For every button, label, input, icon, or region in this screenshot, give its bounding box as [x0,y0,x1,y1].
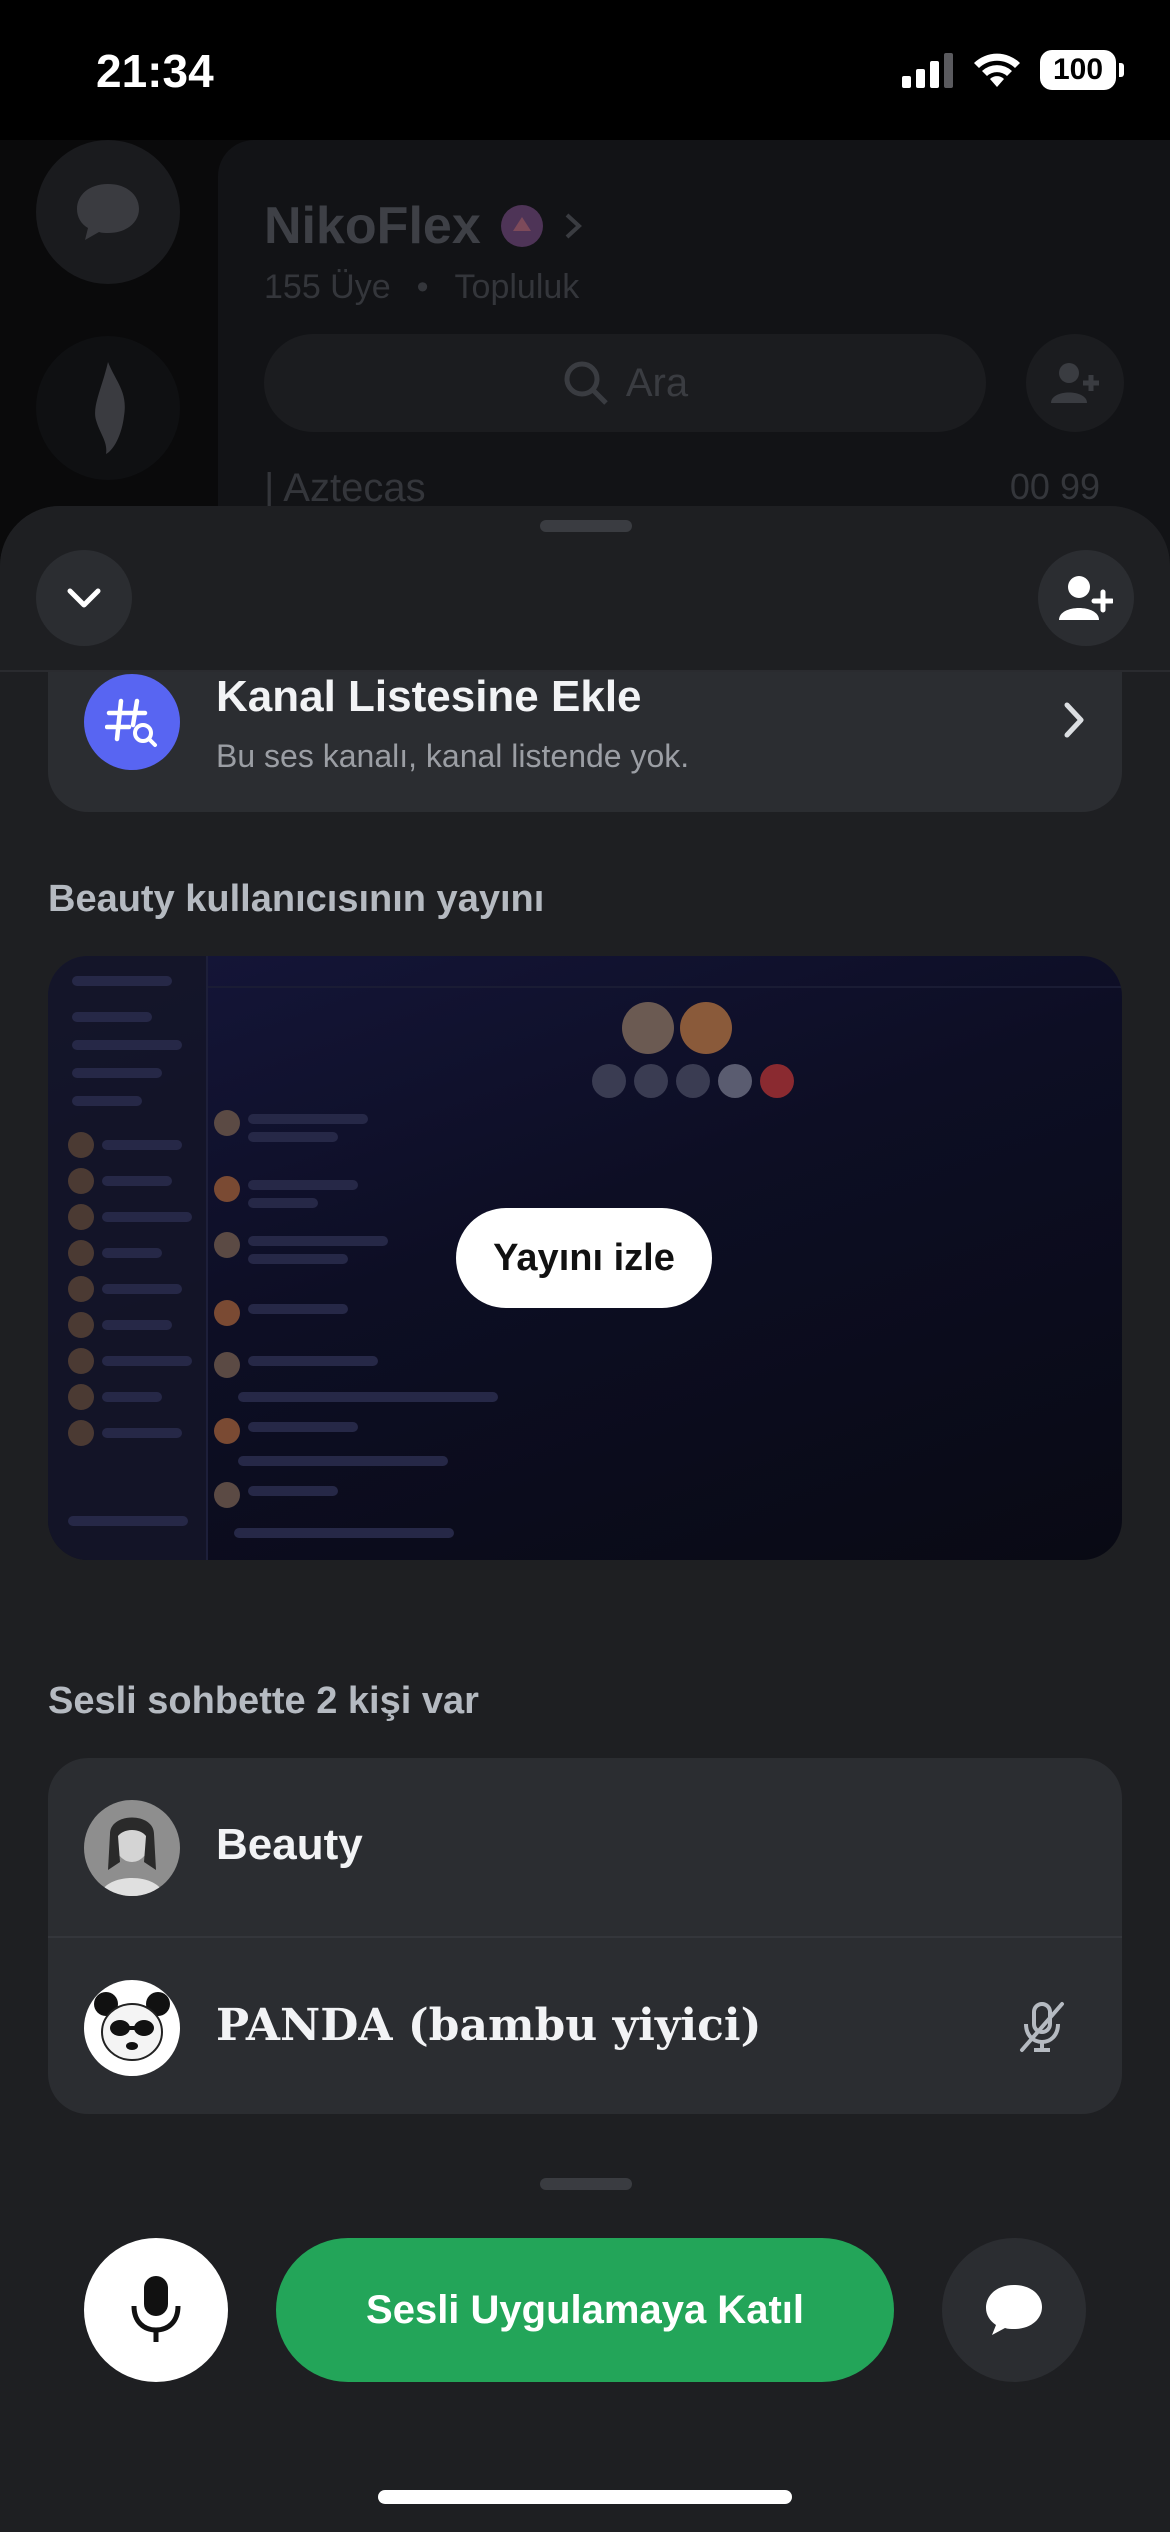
member-name: PANDA (bambu yiyici) [216,2000,762,2051]
add-to-list-title: Kanal Listesine Ekle [216,672,642,721]
voice-controls: Sesli Uygulamaya Katıl [0,2146,1170,2532]
voice-count-label: Sesli sohbette 2 kişi var [48,1680,479,1722]
server-title: NikoFlex [264,196,583,256]
join-voice-button[interactable]: Sesli Uygulamaya Katıl [276,2238,894,2382]
stream-mock-sidebar [48,956,208,1560]
voice-member-row[interactable]: PANDA (bambu yiyici) [48,1936,1122,2114]
sheet-header [0,506,1170,672]
chat-bubble-icon [36,140,180,284]
wifi-icon [974,53,1020,87]
background-channel: | Aztecas [264,466,426,510]
hashtag-search-icon [84,674,180,770]
voice-members-list: Beauty PANDA (bambu yiyici) [48,1758,1122,2114]
home-indicator[interactable] [378,2490,792,2504]
voice-channel-sheet: Kanal Listesine Ekle Bu ses kanalı, kana… [0,506,1170,2532]
background-server-view: NikoFlex 155 Üye • Topluluk Ara | Azteca… [0,140,1170,560]
status-icons: 100 [902,50,1124,90]
background-channel-counts: 00 99 [1009,466,1100,507]
background-search: Ara [264,334,986,432]
avatar [84,1980,180,2076]
server-subtitle: 155 Üye • Topluluk [264,268,580,306]
stream-mock-topbar [208,956,1122,988]
chevron-down-icon [67,588,101,608]
collapse-button[interactable] [36,550,132,646]
member-name: Beauty [216,1820,363,1869]
sheet-grabber[interactable] [540,520,632,532]
chevron-right-icon [1064,702,1084,738]
battery-indicator: 100 [1040,50,1124,90]
microphone-icon [131,2276,181,2342]
voice-member-row[interactable]: Beauty [48,1758,1122,1936]
chat-bubble-icon [986,2285,1042,2335]
invite-button[interactable] [1038,550,1134,646]
stream-mock-avatar [622,1002,674,1054]
status-time: 21:34 [96,45,214,97]
microphone-button[interactable] [84,2238,228,2382]
signal-icon [902,53,953,88]
flame-icon [36,336,180,480]
text-chat-button[interactable] [942,2238,1086,2382]
status-bar: 21:34 100 [0,0,1170,140]
add-member-icon [1026,334,1124,432]
server-panel: NikoFlex 155 Üye • Topluluk Ara | Azteca… [218,140,1170,560]
watch-stream-button[interactable]: Yayını izle [456,1208,712,1308]
add-member-icon [1059,576,1113,620]
controls-grabber[interactable] [540,2178,632,2190]
stream-preview[interactable]: Yayını izle [48,956,1122,1560]
chevron-right-icon [565,213,582,239]
avatar [84,1800,180,1896]
stream-mock-avatar [680,1002,732,1054]
stream-section-label: Beauty kullanıcısının yayını [48,878,545,920]
server-badge-icon [500,205,543,247]
search-icon [564,361,608,405]
mute-mic-icon [1020,2002,1064,2052]
add-to-list-subtitle: Bu ses kanalı, kanal listende yok. [216,738,690,774]
